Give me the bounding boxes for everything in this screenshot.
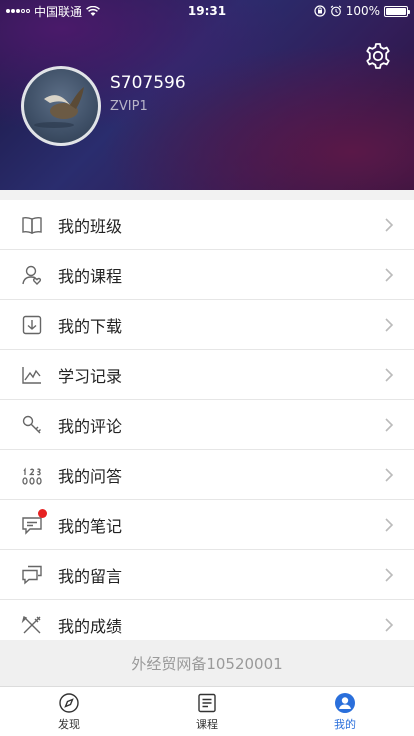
key-icon bbox=[20, 413, 44, 437]
menu-item-my-notes[interactable]: 我的笔记 bbox=[0, 500, 414, 550]
lock-rotation-icon bbox=[314, 5, 326, 17]
settings-gear-icon[interactable] bbox=[364, 42, 392, 70]
download-icon bbox=[20, 313, 44, 337]
chevron-right-icon bbox=[385, 218, 394, 232]
avatar-bird-image bbox=[34, 87, 84, 128]
wifi-icon bbox=[86, 5, 100, 16]
list-icon bbox=[198, 693, 216, 712]
book-icon bbox=[20, 213, 44, 237]
menu-item-label: 我的课程 bbox=[58, 266, 123, 286]
profile-menu: 我的班级 我的课程 我的下载 学习记录 我的评论 我的问答 我的笔记 我的留言 … bbox=[0, 200, 414, 650]
menu-item-my-courses[interactable]: 我的课程 bbox=[0, 250, 414, 300]
chevron-right-icon bbox=[385, 518, 394, 532]
chevron-right-icon bbox=[385, 618, 394, 632]
chevron-right-icon bbox=[385, 468, 394, 482]
menu-item-label: 我的留言 bbox=[58, 566, 123, 586]
battery-icon bbox=[384, 5, 410, 17]
line-chart-icon bbox=[20, 363, 44, 387]
menu-item-my-downloads[interactable]: 我的下载 bbox=[0, 300, 414, 350]
menu-item-my-messages[interactable]: 我的留言 bbox=[0, 550, 414, 600]
carrier-label: 中国联通 bbox=[34, 4, 83, 19]
compass-icon bbox=[59, 692, 79, 713]
tools-icon bbox=[20, 613, 44, 637]
tab-discover[interactable]: 发现 bbox=[0, 687, 138, 736]
notification-badge bbox=[38, 508, 47, 518]
menu-item-label: 我的笔记 bbox=[58, 516, 123, 536]
menu-item-label: 我的班级 bbox=[58, 216, 123, 236]
chevron-right-icon bbox=[385, 418, 394, 432]
chevron-right-icon bbox=[385, 318, 394, 332]
avatar[interactable] bbox=[21, 66, 101, 146]
menu-item-label: 我的评论 bbox=[58, 416, 123, 436]
menu-item-label: 我的下载 bbox=[58, 316, 123, 336]
tab-courses[interactable]: 课程 bbox=[138, 687, 276, 736]
profile-header: 中国联通 19:31 100% S707596 ZVIP1 bbox=[0, 0, 414, 190]
messages-icon bbox=[20, 563, 44, 587]
user-heart-icon bbox=[20, 263, 44, 287]
signal-icon bbox=[6, 9, 30, 13]
icp-footer-text: 外经贸网备10520001 bbox=[0, 640, 414, 686]
menu-item-label: 我的问答 bbox=[58, 466, 123, 486]
menu-item-label: 我的成绩 bbox=[58, 617, 123, 636]
chevron-right-icon bbox=[385, 268, 394, 282]
tab-bar: 发现 课程 我的 bbox=[0, 686, 414, 736]
alarm-icon bbox=[330, 5, 342, 17]
vip-level: ZVIP1 bbox=[110, 99, 148, 114]
chevron-right-icon bbox=[385, 568, 394, 582]
username: S707596 bbox=[110, 73, 186, 93]
battery-percent: 100% bbox=[345, 4, 380, 18]
tab-label: 我的 bbox=[334, 717, 356, 731]
tab-mine[interactable]: 我的 bbox=[276, 687, 414, 736]
tab-label: 课程 bbox=[196, 717, 218, 731]
menu-item-my-class[interactable]: 我的班级 bbox=[0, 200, 414, 250]
menu-item-my-qa[interactable]: 我的问答 bbox=[0, 450, 414, 500]
profile-icon bbox=[335, 692, 355, 713]
menu-item-label: 学习记录 bbox=[58, 366, 123, 386]
chat-note-icon bbox=[20, 508, 47, 537]
qa-icon bbox=[20, 463, 44, 487]
tab-label: 发现 bbox=[58, 717, 80, 731]
status-bar: 中国联通 19:31 100% bbox=[0, 0, 414, 22]
menu-item-study-records[interactable]: 学习记录 bbox=[0, 350, 414, 400]
chevron-right-icon bbox=[385, 368, 394, 382]
menu-item-my-comments[interactable]: 我的评论 bbox=[0, 400, 414, 450]
